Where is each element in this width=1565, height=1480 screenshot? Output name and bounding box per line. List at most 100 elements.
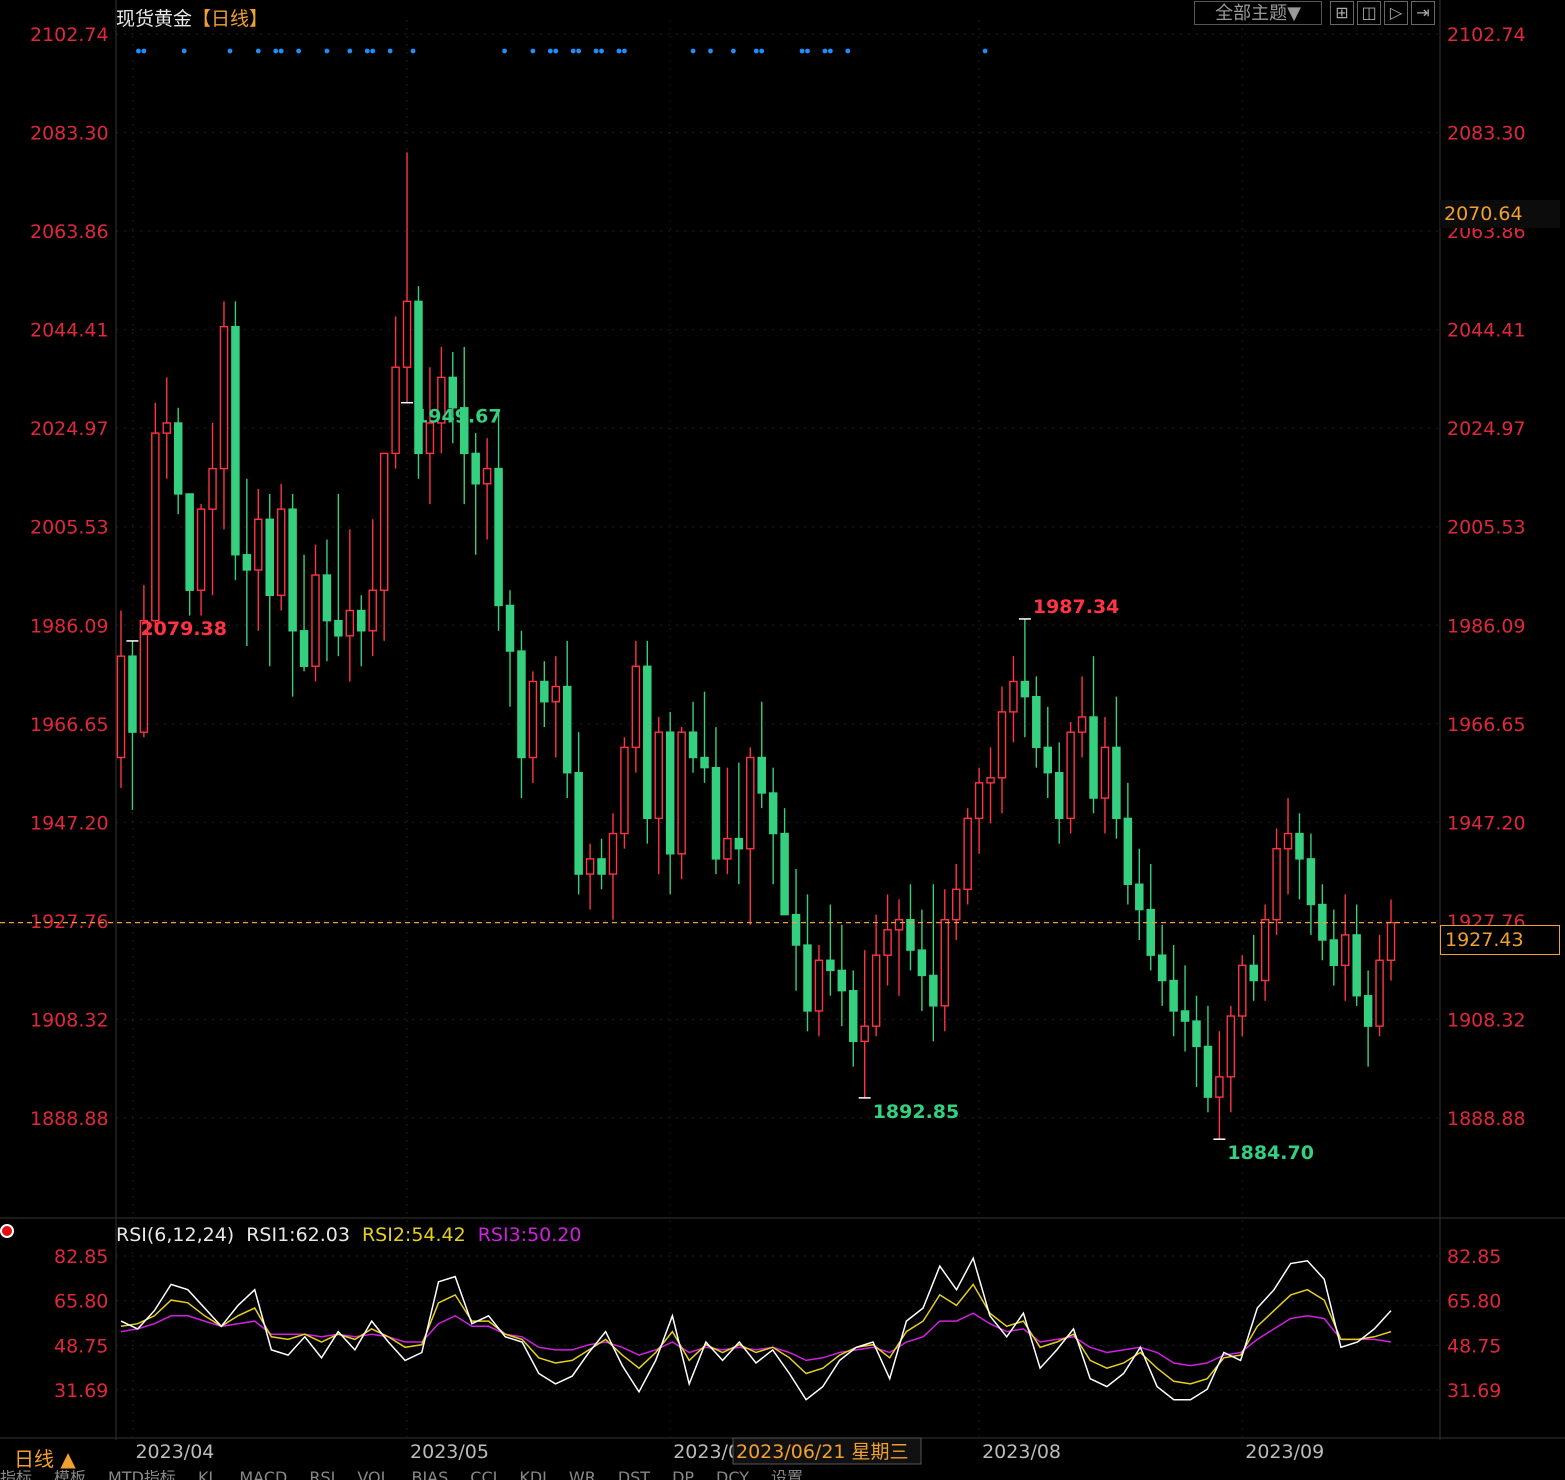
theme-dropdown-button[interactable]: 全部主题▼ [1194, 1, 1322, 25]
play-icon[interactable]: ▷ [1384, 1, 1408, 25]
candle-up [894, 919, 904, 931]
indicator-tab[interactable]: 设置 [771, 1470, 803, 1480]
price-axis-label-left: 1908.32 [30, 1009, 109, 1031]
candle-down [1180, 1010, 1190, 1022]
price-axis-label-left: 1927.76 [30, 911, 109, 933]
candle-down [826, 959, 835, 972]
candle-up [620, 746, 629, 835]
candle-down [334, 619, 343, 637]
price-axis-label-left: 2083.30 [30, 123, 109, 145]
chart-canvas[interactable]: 2102.74 2102.742083.30 2083.302063.86 2063.… [0, 0, 1565, 1480]
candle-down [288, 508, 297, 632]
candle-down [471, 452, 480, 485]
candle-down [734, 837, 744, 850]
event-marker-dot [410, 48, 416, 54]
price-axis-label-left: 2102.74 [30, 24, 109, 46]
grid-icon[interactable]: ⊞ [1330, 1, 1354, 25]
candle-up [402, 300, 412, 368]
candle-down [929, 974, 938, 1007]
price-axis-label-left: 1947.20 [30, 812, 109, 834]
candle-up [974, 782, 984, 820]
crosshair-date-label: 2023/06/21 星期三 [736, 1441, 909, 1463]
indicator-tab[interactable]: CCI [470, 1470, 497, 1480]
fullscreen-icon[interactable]: ⇥ [1411, 1, 1435, 25]
candle-up [1260, 919, 1270, 982]
price-axis-label-left: 1986.09 [30, 615, 109, 637]
event-marker-dot [599, 48, 604, 54]
price-axis-label-right: 2083.30 [1447, 123, 1526, 145]
candle-down [540, 680, 549, 703]
event-marker-dot [530, 48, 536, 54]
candle-up [940, 919, 950, 1007]
indicator-tab[interactable]: BIAS [411, 1470, 448, 1480]
event-marker-dot [730, 48, 736, 54]
event-marker-dot [141, 48, 147, 54]
indicator-settings-icon[interactable] [0, 1224, 14, 1238]
candle-up [311, 574, 320, 667]
indicator-tab[interactable]: DP [672, 1470, 694, 1480]
candle-up [345, 609, 355, 637]
event-marker-dot [805, 48, 810, 54]
indicator-tab[interactable]: RSI [309, 1470, 335, 1480]
candle-up [551, 685, 561, 703]
price-axis-label-right: 2102.74 [1447, 24, 1526, 46]
cursor-price-label: 2070.64 [1440, 200, 1560, 228]
price-axis-label-right: 1908.32 [1447, 1009, 1526, 1031]
rsi-axis-label-left: 31.69 [54, 1380, 108, 1402]
candle-down [1043, 746, 1053, 774]
rsi3-value: RSI3:50.20 [477, 1224, 582, 1246]
candle-down [242, 554, 252, 571]
candle-up [391, 366, 400, 455]
event-marker-dot [364, 48, 370, 54]
period-selector[interactable]: 日线 ▲ [14, 1443, 76, 1472]
candle-up [1100, 746, 1110, 799]
candle-down [1032, 695, 1041, 749]
indicator-tab[interactable]: VOL [357, 1470, 389, 1480]
event-marker-dot [690, 48, 696, 54]
layout-icon[interactable]: ◫ [1357, 1, 1381, 25]
candle-down [505, 604, 515, 652]
event-marker-dot [822, 48, 828, 54]
rsi-axis-label-right: 82.85 [1447, 1246, 1501, 1268]
low-annotation: 1884.70 [1227, 1142, 1314, 1164]
candle-up [1340, 934, 1350, 967]
candle-down [1192, 1020, 1201, 1048]
indicator-tab[interactable]: KDJ [519, 1470, 547, 1480]
indicator-tab[interactable]: MACD [239, 1470, 287, 1480]
indicator-tab[interactable]: KL [198, 1470, 217, 1480]
period-tag: 【日线】 [192, 8, 269, 30]
indicator-tab[interactable]: 模板 [54, 1470, 86, 1480]
price-axis-label-left: 1966.65 [30, 714, 109, 736]
candle-down [128, 655, 137, 733]
indicator-tab[interactable]: MTD指标 [108, 1470, 176, 1480]
event-marker-dot [347, 48, 353, 54]
event-marker-dot [296, 48, 302, 54]
event-marker-dot [136, 48, 141, 54]
candle-up [883, 929, 892, 956]
candle-up [1375, 959, 1384, 1027]
event-marker-dot [622, 48, 627, 54]
candle-down [1329, 939, 1339, 967]
price-axis-label-left: 2044.41 [30, 320, 109, 342]
candle-up [585, 858, 595, 875]
event-marker-dot [576, 48, 582, 54]
candle-down [1169, 979, 1178, 1012]
candle-down [849, 989, 858, 1043]
indicator-tab[interactable]: WR [569, 1470, 596, 1480]
event-marker-dot [370, 48, 376, 54]
candle-down [299, 630, 309, 667]
price-axis-label-right: 1888.88 [1447, 1108, 1526, 1130]
indicator-tab[interactable]: 指标 [0, 1470, 32, 1480]
candle-up [860, 1025, 869, 1043]
candle-up [997, 711, 1007, 779]
candle-down [1146, 908, 1155, 956]
candle-down [1089, 716, 1098, 799]
event-marker-dot [616, 48, 622, 54]
indicator-tab[interactable]: DST [618, 1470, 650, 1480]
candle-up [631, 665, 641, 749]
indicator-tab[interactable]: DCY [716, 1470, 749, 1480]
candle-up [116, 655, 126, 759]
rsi-axis-label-left: 65.80 [54, 1291, 108, 1313]
candle-up [654, 731, 663, 820]
high-annotation: 2079.38 [140, 618, 227, 640]
